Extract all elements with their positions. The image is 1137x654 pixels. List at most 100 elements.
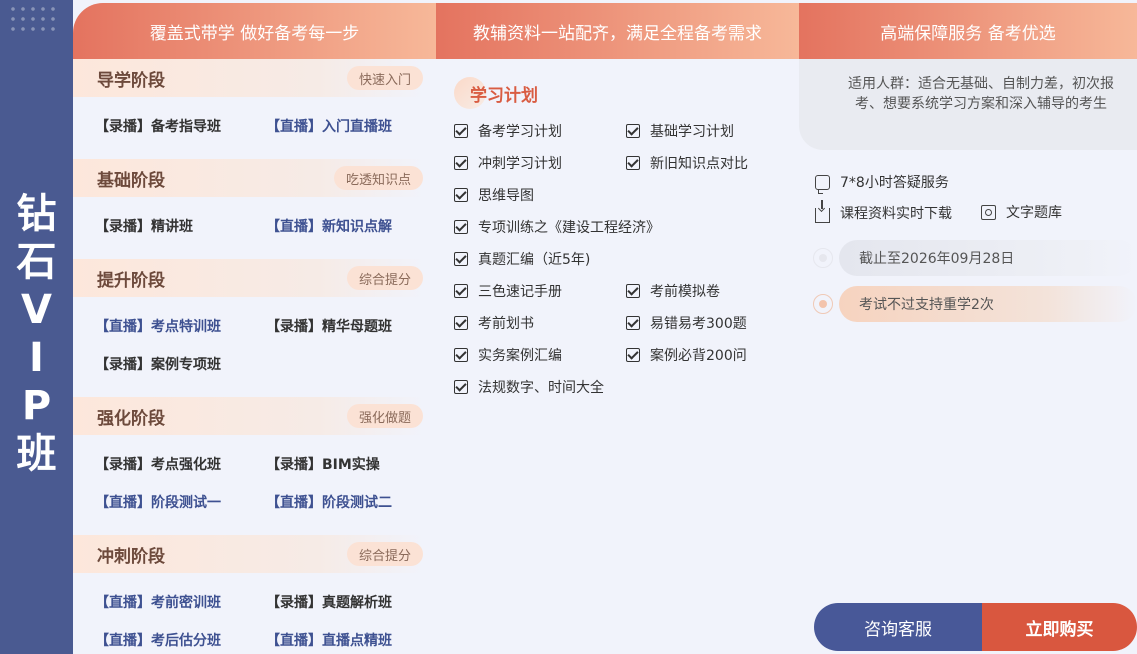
course-link[interactable]: 【录播】精讲班 <box>95 216 193 236</box>
service-item: 文字题库 <box>981 202 1062 222</box>
plan-title: 学习计划 <box>454 77 538 109</box>
vip-title-char: 石 <box>16 239 57 285</box>
plan-item-label: 三色速记手册 <box>478 284 562 300</box>
checkbox-checked-icon <box>454 284 468 298</box>
plan-item-label: 实务案例汇编 <box>478 348 562 364</box>
column-header-materials: 教辅资料一站配齐，满足全程备考需求 <box>436 3 799 59</box>
consult-button[interactable]: 咨询客服 <box>814 603 982 651</box>
service-item: 7*8小时答疑服务 <box>815 172 949 194</box>
stages-column: 导学阶段 快速入门 【录播】备考指导班 【直播】入门直播班 基础阶段 吃透知识点… <box>73 59 436 654</box>
plan-item-label: 真题汇编（近5年) <box>478 252 591 268</box>
checkbox-checked-icon <box>454 188 468 202</box>
course-link[interactable]: 【直播】直播点精班 <box>266 630 392 650</box>
checkbox-checked-icon <box>626 124 640 138</box>
plan-item: 考前模拟卷 <box>626 281 720 301</box>
vip-title-char: P <box>21 383 52 429</box>
checkbox-checked-icon <box>454 156 468 170</box>
checkbox-checked-icon <box>454 124 468 138</box>
guarantee-text: 考试不过支持重学2次 <box>859 297 994 313</box>
course-link[interactable]: 【录播】真题解析班 <box>266 592 392 612</box>
guarantee-pill: 考试不过支持重学2次 <box>813 286 1137 322</box>
stage-title: 基础阶段 <box>97 170 165 191</box>
plan-item: 实务案例汇编 <box>454 345 562 365</box>
vip-title-char: 钻 <box>16 191 57 237</box>
service-item: 课程资料实时下载 <box>815 200 952 223</box>
course-link[interactable]: 【直播】考前密训班 <box>95 592 221 612</box>
stage-header: 基础阶段 吃透知识点 <box>73 159 423 197</box>
course-link[interactable]: 【直播】阶段测试一 <box>95 492 221 512</box>
stage-tag: 快速入门 <box>346 66 423 90</box>
plan-item: 专项训练之《建设工程经济》 <box>454 217 660 237</box>
stage-title: 提升阶段 <box>97 270 165 291</box>
plan-item-label: 备考学习计划 <box>478 124 562 140</box>
plan-item-label: 易错易考300题 <box>650 316 747 332</box>
plan-item-label: 新旧知识点对比 <box>650 156 748 172</box>
plan-item: 真题汇编（近5年) <box>454 249 590 269</box>
chat-icon <box>815 174 830 194</box>
stage-title: 导学阶段 <box>97 70 165 91</box>
course-link[interactable]: 【直播】考后估分班 <box>95 630 221 650</box>
course-link[interactable]: 【直播】新知识点解 <box>266 216 392 236</box>
course-link[interactable]: 【录播】考点强化班 <box>95 454 221 474</box>
column-header-courses: 覆盖式带学 做好备考每一步 <box>73 3 436 59</box>
service-column: 适用人群：适合无基础、自制力差，初次报考、想要系统学习方案和深入辅导的考生 7*… <box>799 59 1137 654</box>
course-link[interactable]: 【直播】考点特训班 <box>95 316 221 336</box>
checkbox-checked-icon <box>454 252 468 266</box>
stage-tag: 综合提分 <box>346 542 423 566</box>
plan-item: 冲刺学习计划 <box>454 153 562 173</box>
checkbox-checked-icon <box>454 380 468 394</box>
plan-item-label: 考前模拟卷 <box>650 284 720 300</box>
stage-header: 导学阶段 快速入门 <box>73 59 423 97</box>
service-item-label: 文字题库 <box>1006 205 1062 221</box>
plan-item: 法规数字、时间大全 <box>454 377 604 397</box>
question-bank-icon <box>981 204 996 220</box>
deadline-text: 截止至2026年09月28日 <box>859 251 1015 267</box>
checkbox-checked-icon <box>626 348 640 362</box>
stage-tag: 综合提分 <box>346 266 423 290</box>
audience-text: 适用人群：适合无基础、自制力差，初次报考、想要系统学习方案和深入辅导的考生 <box>799 59 1137 150</box>
stage-tag: 吃透知识点 <box>333 166 423 190</box>
download-icon <box>815 200 830 223</box>
plan-item-label: 基础学习计划 <box>650 124 734 140</box>
course-link[interactable]: 【直播】阶段测试二 <box>266 492 392 512</box>
stage-header: 强化阶段 强化做题 <box>73 397 423 435</box>
course-link[interactable]: 【录播】BIM实操 <box>266 454 380 474</box>
plan-item-label: 案例必背200问 <box>650 348 747 364</box>
side-banner: 钻 石 V I P 班 <box>0 0 73 654</box>
plan-item-label: 冲刺学习计划 <box>478 156 562 172</box>
stage-title: 强化阶段 <box>97 408 165 429</box>
dots-decoration <box>8 4 58 32</box>
plan-title-text: 学习计划 <box>470 85 538 106</box>
service-item-label: 7*8小时答疑服务 <box>840 175 949 191</box>
plan-item-label: 专项训练之《建设工程经济》 <box>478 220 660 236</box>
vip-title-char: V <box>21 287 52 333</box>
stage-tag: 强化做题 <box>346 404 423 428</box>
plan-item: 考前划书 <box>454 313 534 333</box>
course-link[interactable]: 【录播】精华母题班 <box>266 316 392 336</box>
plan-item: 基础学习计划 <box>626 121 734 141</box>
vip-title-char: 班 <box>16 431 57 477</box>
plan-item: 案例必背200问 <box>626 345 747 365</box>
plan-item: 思维导图 <box>454 185 534 205</box>
vip-title-char: I <box>29 335 44 381</box>
plan-item: 三色速记手册 <box>454 281 562 301</box>
service-item-label: 课程资料实时下载 <box>840 205 952 222</box>
plan-item: 易错易考300题 <box>626 313 747 333</box>
stage-header: 提升阶段 综合提分 <box>73 259 423 297</box>
plan-item-label: 考前划书 <box>478 316 534 332</box>
plan-item-label: 思维导图 <box>478 188 534 204</box>
course-link[interactable]: 【直播】入门直播班 <box>266 116 392 136</box>
timeline-dot-icon <box>813 248 833 268</box>
buy-now-button[interactable]: 立即购买 <box>982 603 1137 651</box>
checkbox-checked-icon <box>626 284 640 298</box>
vip-title: 钻 石 V I P 班 <box>0 190 73 478</box>
checkbox-checked-icon <box>454 316 468 330</box>
course-link[interactable]: 【录播】案例专项班 <box>95 354 221 374</box>
plan-item: 新旧知识点对比 <box>626 153 748 173</box>
stage-header: 冲刺阶段 综合提分 <box>73 535 423 573</box>
materials-column: 学习计划 备考学习计划 基础学习计划 冲刺学习计划 新旧知识点对比 思维导图 专… <box>436 59 799 654</box>
checkbox-checked-icon <box>626 156 640 170</box>
course-link[interactable]: 【录播】备考指导班 <box>95 116 221 136</box>
checkbox-checked-icon <box>626 316 640 330</box>
column-header-service: 高端保障服务 备考优选 <box>799 3 1137 59</box>
